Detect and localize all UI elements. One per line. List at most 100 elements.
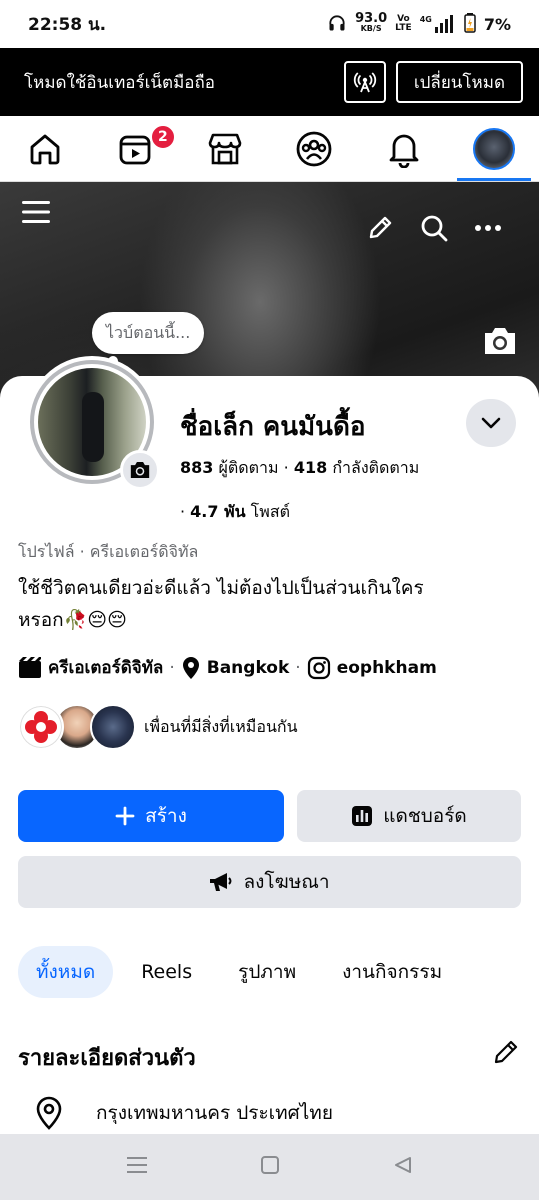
megaphone-icon — [210, 873, 232, 891]
profile-dropdown-button[interactable] — [466, 399, 516, 447]
nav-marketplace[interactable] — [180, 116, 270, 181]
location-label: Bangkok — [206, 657, 290, 678]
mutual-interests[interactable]: เพื่อนที่มีสิ่งที่เหมือนกัน — [18, 704, 298, 750]
detail-location-row: กรุงเทพมหานคร ประเทศไทย — [32, 1096, 333, 1130]
clapperboard-icon — [18, 656, 42, 679]
separator: · — [295, 657, 301, 678]
edit-details-button[interactable] — [490, 1036, 522, 1068]
more-options-button[interactable] — [472, 212, 504, 244]
advertise-button[interactable]: ลงโฆษณา — [18, 856, 521, 908]
nav-groups[interactable] — [269, 116, 359, 181]
instagram-icon[interactable] — [307, 656, 331, 680]
create-button[interactable]: สร้าง — [18, 790, 284, 842]
search-button[interactable] — [418, 212, 450, 244]
back-triangle-icon — [394, 1157, 411, 1173]
create-label: สร้าง — [145, 805, 187, 827]
followers-label[interactable]: ผู้ติดตาม — [219, 458, 279, 477]
top-nav: 2 — [0, 116, 539, 182]
status-bubble[interactable]: ไวบ์ตอนนี้... — [92, 312, 205, 354]
profile-stats: 883 ผู้ติดตาม · 418 กำลังติดตาม — [180, 458, 420, 477]
bio-line-2: หรอก🥀😔😔 — [18, 609, 127, 631]
pencil-icon — [369, 216, 392, 239]
switch-mode-button[interactable]: เปลี่ยนโหมด — [395, 61, 523, 103]
following-label[interactable]: กำลังติดตาม — [332, 458, 419, 477]
dashboard-label: แดชบอร์ด — [383, 805, 467, 827]
bell-icon — [389, 134, 419, 168]
profile-bio: ใช้ชีวิตคนเดียวอ่ะดีแล้ว ไม่ต้องไปเป็นส่… — [18, 572, 518, 636]
video-icon — [119, 135, 151, 164]
plus-icon — [115, 806, 135, 826]
posts-count[interactable]: 4.7 พัน — [190, 502, 245, 521]
location-pin-icon — [32, 1096, 66, 1130]
status-time: 22:58 น. — [28, 14, 107, 35]
square-icon — [261, 1156, 280, 1174]
headphones-icon — [327, 13, 347, 36]
mutual-text: เพื่อนที่มีสิ่งที่เหมือนกัน — [144, 716, 298, 736]
status-bar: 22:58 น. 93.0 KB/S Vo LTE 4G 7% — [0, 0, 539, 48]
mutual-avatar-3 — [90, 704, 136, 750]
groups-icon — [296, 131, 332, 166]
advertise-label: ลงโฆษณา — [243, 871, 330, 893]
separator: · — [169, 657, 175, 678]
data-mode-button[interactable] — [343, 61, 386, 103]
battery-percent: 7% — [483, 14, 511, 34]
tab-reels[interactable]: Reels — [123, 946, 210, 998]
profile-card — [0, 376, 539, 1136]
tab-events[interactable]: งานกิจกรรม — [324, 946, 460, 998]
mobile-data-banner: โหมดใช้อินเทอร์เน็ตมือถือ เปลี่ยนโหมด — [0, 48, 539, 116]
home-icon — [30, 134, 60, 164]
camera-icon — [130, 462, 150, 478]
status-icons: 93.0 KB/S Vo LTE 4G 7% — [327, 11, 511, 36]
location-pin-icon — [181, 656, 201, 680]
following-count[interactable]: 418 — [294, 458, 327, 477]
instagram-handle[interactable]: eophkham — [337, 658, 437, 678]
banner-text: โหมดใช้อินเทอร์เน็ตมือถือ — [24, 72, 216, 93]
bio-line-1: ใช้ชีวิตคนเดียวอ่ะดีแล้ว ไม่ต้องไปเป็นส่… — [18, 577, 424, 599]
profile-category: โปรไฟล์ · ครีเอเตอร์ดิจิทัล — [18, 542, 199, 561]
edit-profile-button[interactable] — [364, 212, 396, 244]
edit-cover-button[interactable] — [481, 322, 519, 360]
nav-profile-avatar — [473, 127, 516, 170]
followers-count[interactable]: 883 — [180, 458, 213, 477]
nav-profile[interactable] — [449, 116, 539, 181]
search-icon — [421, 215, 448, 242]
system-nav-bar — [0, 1134, 539, 1200]
detail-location-text: กรุงเทพมหานคร ประเทศไทย — [96, 1102, 333, 1124]
net-speed-unit: KB/S — [360, 24, 382, 33]
chevron-down-icon — [481, 417, 501, 429]
menu-button[interactable] — [20, 196, 52, 228]
mutual-avatar-1 — [18, 704, 64, 750]
net-speed: 93.0 KB/S — [355, 11, 388, 34]
nav-home[interactable] — [0, 116, 90, 181]
profile-info-row: ครีเอเตอร์ดิจิทัล · Bangkok · eophkham — [18, 654, 437, 681]
dashboard-icon — [352, 806, 373, 826]
profile-tabs: ทั้งหมด Reels รูปภาพ งานกิจกรรม — [18, 946, 470, 998]
nav-video[interactable]: 2 — [90, 116, 180, 181]
posts-label[interactable]: โพสต์ — [251, 502, 290, 521]
profile-posts: · 4.7 พัน โพสต์ — [180, 502, 290, 521]
signal-icon: 4G — [420, 15, 456, 33]
creator-label: ครีเอเตอร์ดิจิทัล — [48, 658, 164, 678]
video-badge: 2 — [149, 124, 176, 150]
menu-icon — [22, 201, 50, 223]
tab-all[interactable]: ทั้งหมด — [18, 946, 114, 998]
pencil-icon — [494, 1040, 518, 1064]
network-type: 4G — [419, 15, 432, 24]
volte-bottom: LTE — [395, 23, 412, 33]
store-icon — [208, 133, 241, 164]
more-icon — [475, 225, 501, 231]
battery-icon — [464, 12, 476, 36]
edit-avatar-button[interactable] — [120, 450, 160, 490]
back-system-button[interactable] — [393, 1155, 413, 1179]
net-speed-value: 93.0 — [355, 11, 388, 26]
menu-lines-icon — [127, 1157, 148, 1173]
nav-notifications[interactable] — [359, 116, 449, 181]
recent-apps-button[interactable] — [126, 1156, 148, 1178]
volte-indicator: Vo LTE — [395, 15, 412, 33]
home-system-button[interactable] — [260, 1155, 280, 1179]
broadcast-icon — [353, 72, 376, 93]
profile-name: ชื่อเล็ก คนมันดื้อ — [180, 412, 366, 442]
camera-icon — [485, 328, 515, 354]
dashboard-button[interactable]: แดชบอร์ด — [297, 790, 521, 842]
tab-photos[interactable]: รูปภาพ — [220, 946, 314, 998]
